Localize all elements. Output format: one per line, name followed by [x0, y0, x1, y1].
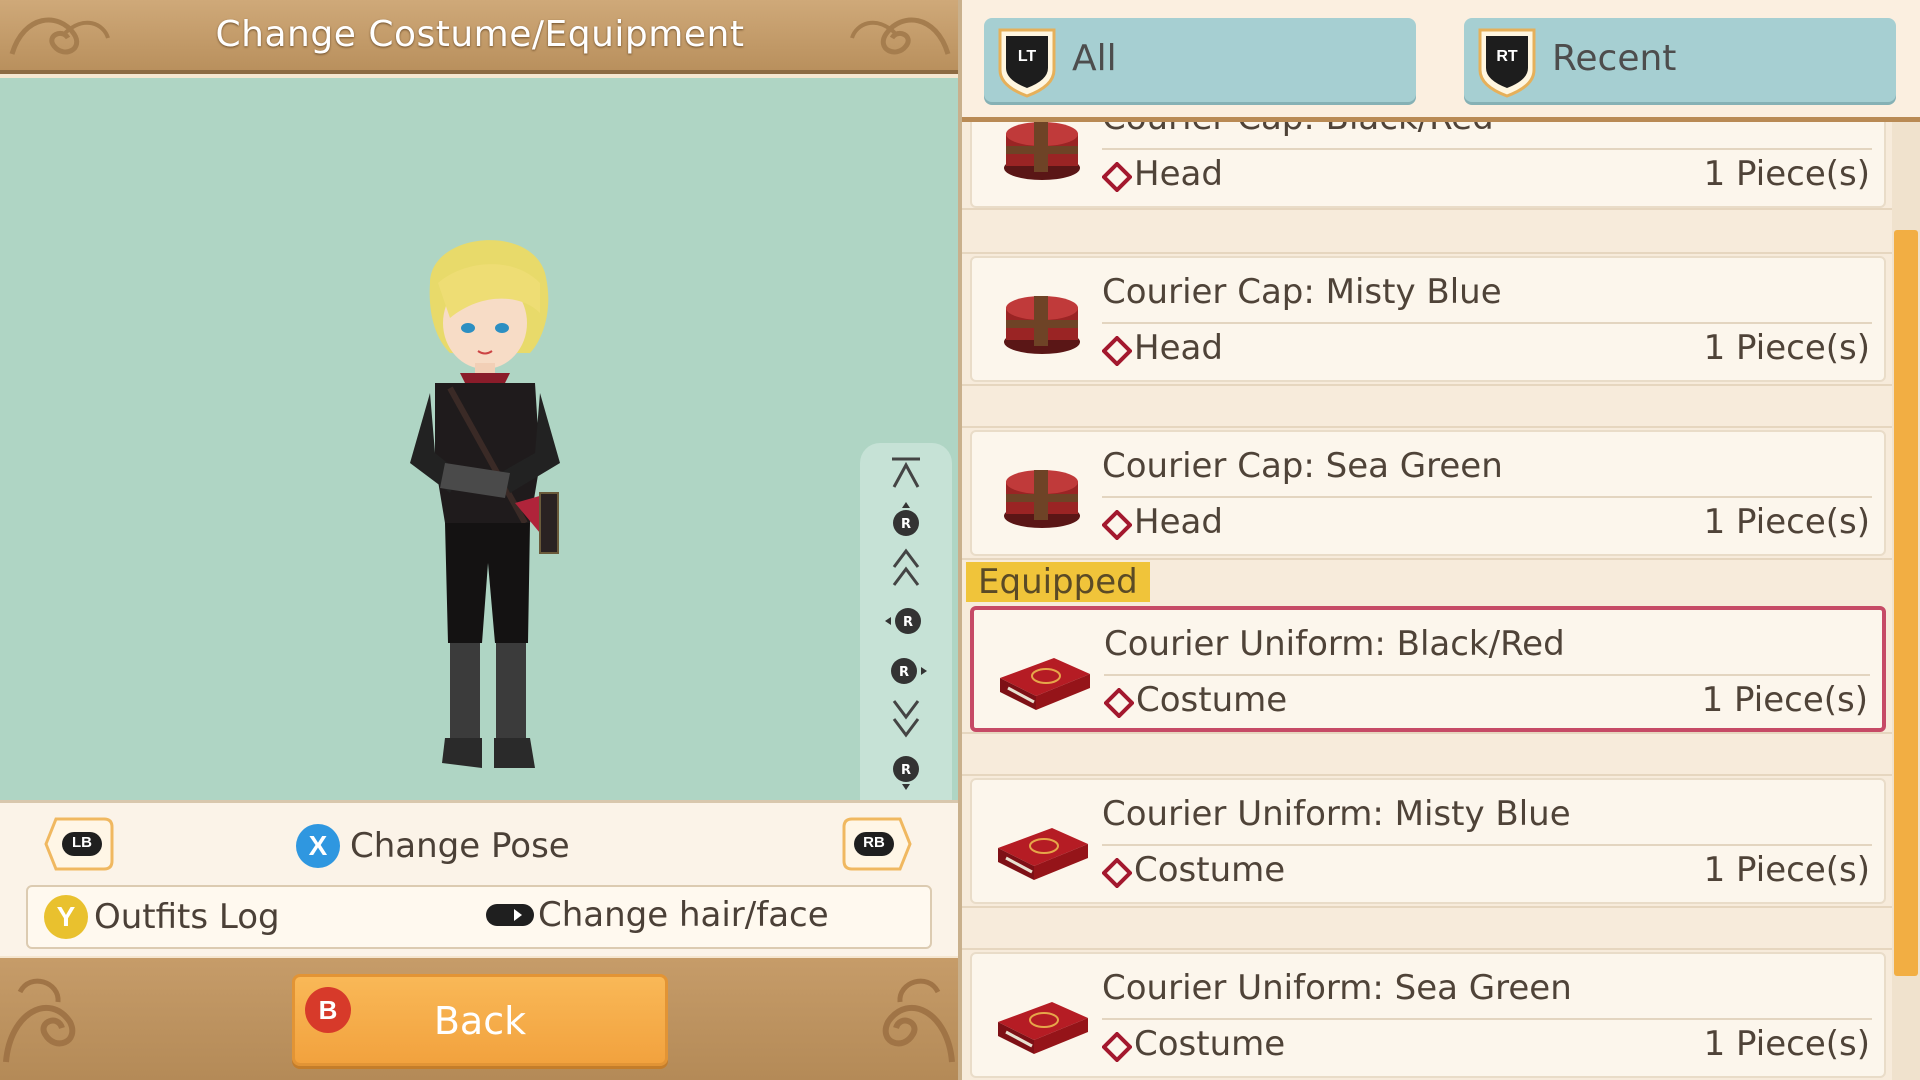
item-quantity: 1 Piece(s) [1703, 1024, 1870, 1064]
svg-text:R: R [901, 517, 911, 532]
item-name: Courier Uniform: Sea Green [1102, 968, 1572, 1008]
diamond-icon [1102, 510, 1132, 540]
y-button-icon: Y [44, 895, 88, 939]
item-row[interactable]: Courier Cap: Sea Green Head 1 Piece(s) [970, 430, 1886, 556]
secondary-actions: Y Outfits Log Change hair/face [26, 885, 932, 949]
list-separator [962, 732, 1892, 734]
stick-left-icon[interactable]: R [860, 599, 952, 643]
item-list: Courier Cap: Black/Red Head 1 Piece(s) C… [962, 82, 1892, 1080]
list-separator [962, 208, 1892, 210]
item-category: Costume [1134, 1024, 1286, 1064]
tab-all-label: All [1072, 38, 1117, 79]
item-name: Courier Cap: Misty Blue [1102, 272, 1502, 312]
tab-recent[interactable]: RT Recent [1464, 18, 1896, 102]
item-row-equipped[interactable]: Courier Uniform: Black/Red Costume 1 Pie… [970, 606, 1886, 732]
filter-tabs: LT All RT Recent [962, 0, 1920, 122]
back-label: Back [433, 999, 527, 1043]
svg-text:R: R [901, 763, 911, 778]
item-divider [1102, 844, 1872, 846]
lb-button[interactable]: LB [42, 815, 116, 873]
item-row[interactable]: Courier Uniform: Misty Blue Costume 1 Pi… [970, 778, 1886, 904]
costume-preview-panel: Change Costume/Equipment R R R R LB X Ch… [0, 0, 960, 1080]
item-divider [1104, 674, 1870, 676]
item-category: Costume [1134, 850, 1286, 890]
list-separator [962, 384, 1892, 386]
character-model [410, 240, 560, 768]
item-list-panel: LT All RT Recent Head 1 Piece(s) Courier… [962, 0, 1920, 1080]
hat-icon [1004, 296, 1080, 354]
item-name: Courier Cap: Sea Green [1102, 446, 1503, 486]
diamond-icon [1102, 858, 1132, 888]
item-row[interactable]: Courier Cap: Misty Blue Head 1 Piece(s) [970, 256, 1886, 382]
zoom-out-icon[interactable] [860, 697, 952, 741]
item-category: Head [1134, 328, 1223, 368]
scroll-ornament-icon [850, 17, 951, 55]
costume-box-icon [1000, 658, 1090, 710]
item-divider [1102, 496, 1872, 498]
stick-up-icon[interactable]: R [860, 499, 952, 543]
item-quantity: 1 Piece(s) [1703, 850, 1870, 890]
change-pose-label: Change Pose [350, 826, 570, 866]
tab-all[interactable]: LT All [984, 18, 1416, 102]
list-separator [962, 948, 1892, 950]
character-preview[interactable]: R R R R [0, 78, 958, 871]
zoom-in-icon[interactable] [860, 547, 952, 591]
x-button-icon: X [296, 824, 340, 868]
change-hair-face-label: Change hair/face [538, 895, 829, 935]
svg-text:R: R [899, 665, 909, 680]
item-divider [1102, 322, 1872, 324]
scroll-ornament-icon [3, 978, 76, 1063]
item-name: Courier Uniform: Black/Red [1104, 624, 1565, 664]
footer-bar: B Back [0, 958, 958, 1080]
svg-text:R: R [903, 615, 913, 630]
costume-box-icon [998, 1002, 1088, 1054]
rb-label: RB [863, 834, 885, 851]
item-row[interactable]: Courier Uniform: Sea Green Costume 1 Pie… [970, 952, 1886, 1078]
item-quantity: 1 Piece(s) [1703, 328, 1870, 368]
item-quantity: 1 Piece(s) [1701, 680, 1868, 720]
stick-right-icon[interactable]: R [860, 649, 952, 693]
item-divider [1102, 1018, 1872, 1020]
rt-trigger-label: RT [1496, 48, 1518, 65]
outfits-log-button[interactable]: Y Outfits Log [44, 895, 280, 939]
right-stick-icon [486, 904, 534, 926]
back-button[interactable]: B Back [292, 974, 668, 1066]
list-separator [962, 558, 1892, 560]
diamond-icon [1102, 1032, 1132, 1062]
title-bar: Change Costume/Equipment [0, 0, 960, 74]
hat-icon [1004, 470, 1080, 528]
item-name: Courier Uniform: Misty Blue [1102, 794, 1571, 834]
item-category: Head [1134, 502, 1223, 542]
list-separator [962, 774, 1892, 776]
item-quantity: 1 Piece(s) [1703, 502, 1870, 542]
item-category: Costume [1136, 680, 1288, 720]
outfits-log-label: Outfits Log [94, 897, 280, 937]
list-scrollbar[interactable] [1892, 122, 1920, 1080]
list-separator [962, 252, 1892, 254]
lt-trigger-label: LT [1017, 48, 1037, 65]
change-hair-face-button[interactable]: Change hair/face [486, 895, 829, 935]
diamond-icon [1102, 162, 1132, 192]
list-separator [962, 906, 1892, 908]
scroll-ornament-icon [882, 978, 955, 1063]
page-title: Change Costume/Equipment [215, 14, 745, 55]
costume-box-icon [998, 828, 1088, 880]
equipped-badge: Equipped [966, 562, 1150, 602]
scroll-thumb[interactable] [1894, 230, 1918, 976]
stick-down-icon[interactable]: R [860, 749, 952, 793]
tab-recent-label: Recent [1552, 38, 1677, 79]
change-pose-button[interactable]: X Change Pose [296, 823, 570, 869]
control-hints: LB X Change Pose RB Y Outfits Log Change… [0, 800, 958, 956]
item-category: Head [1134, 154, 1223, 194]
lb-label: LB [72, 834, 92, 851]
diamond-icon [1104, 688, 1134, 718]
item-divider [1102, 148, 1872, 150]
item-quantity: 1 Piece(s) [1703, 154, 1870, 194]
rb-button[interactable]: RB [840, 815, 914, 873]
diamond-icon [1102, 336, 1132, 366]
list-separator [962, 426, 1892, 428]
scroll-top-icon[interactable] [860, 451, 952, 495]
